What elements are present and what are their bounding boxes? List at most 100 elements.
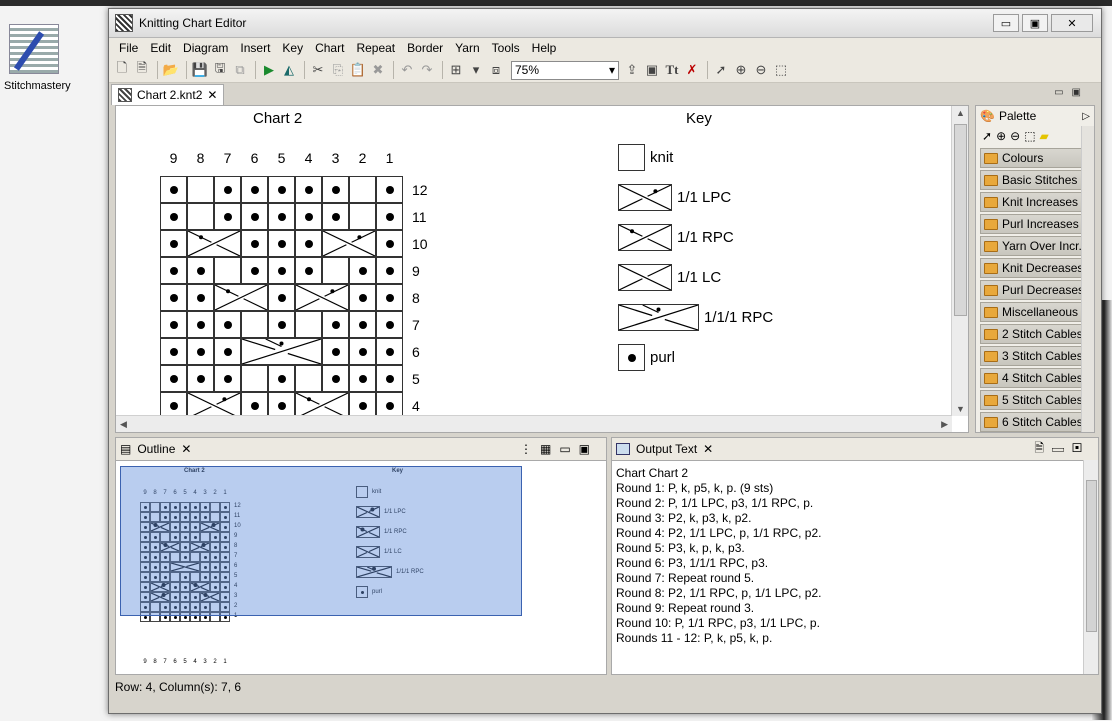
stitch-purl[interactable] (241, 176, 268, 203)
stitch-c3[interactable] (241, 338, 322, 365)
copy-icon[interactable]: ⎘ (329, 61, 347, 79)
menu-chart[interactable]: Chart (309, 41, 350, 55)
pointer-icon[interactable]: ➚ (712, 61, 730, 79)
stitch-purl[interactable] (187, 311, 214, 338)
stitch-purl[interactable] (187, 284, 214, 311)
stitch-purl[interactable] (376, 257, 403, 284)
stitch-purl[interactable] (187, 257, 214, 284)
editor-horizontal-scrollbar[interactable]: ◀ ▶ (116, 415, 952, 432)
zoom-in-tool-icon[interactable]: ⊕ (996, 129, 1006, 143)
stitch-purl[interactable] (214, 338, 241, 365)
stitch-knit[interactable] (187, 176, 214, 203)
stitch-purl[interactable] (160, 284, 187, 311)
stitch-purl[interactable] (268, 365, 295, 392)
scroll-right-icon[interactable]: ▶ (941, 419, 948, 430)
palette-drawer-yarn-over-incr-[interactable]: Yarn Over Incr... (980, 236, 1082, 256)
stitch-purl[interactable] (376, 230, 403, 257)
stitch-knit[interactable] (241, 311, 268, 338)
zoom-in-icon[interactable]: ⊕ (732, 61, 750, 79)
undo-icon[interactable]: ↶ (398, 61, 416, 79)
stitch-purl[interactable] (376, 176, 403, 203)
stitch-purl[interactable] (160, 176, 187, 203)
stitch-purl[interactable] (376, 311, 403, 338)
no-stitch-icon[interactable]: ✗ (683, 61, 701, 79)
zoom-select[interactable]: 75% ▾ (511, 60, 619, 80)
stitch-purl[interactable] (268, 230, 295, 257)
desktop-icon-stitchmastery[interactable]: Stitchmastery (4, 24, 71, 92)
palette-drawer-4-stitch-cables[interactable]: 4 Stitch Cables (980, 368, 1082, 388)
close-icon[interactable]: ✕ (703, 442, 713, 456)
stitch-rpc[interactable] (214, 284, 268, 311)
palette-drawer-knit-increases[interactable]: Knit Increases (980, 192, 1082, 212)
camera-icon[interactable]: ▣ (643, 61, 661, 79)
stitch-knit[interactable] (295, 311, 322, 338)
stitch-purl[interactable] (295, 230, 322, 257)
stitch-purl[interactable] (268, 203, 295, 230)
editor-minmax-icons[interactable]: ▭▣ (1054, 87, 1089, 98)
palette-drawer-6-stitch-cables[interactable]: 6 Stitch Cables (980, 412, 1082, 432)
stitch-purl[interactable] (214, 176, 241, 203)
menu-diagram[interactable]: Diagram (177, 41, 234, 55)
menu-repeat[interactable]: Repeat (350, 41, 401, 55)
marquee-tool-icon[interactable]: ⬚ (1024, 129, 1035, 143)
menu-edit[interactable]: Edit (144, 41, 177, 55)
stitch-purl[interactable] (160, 338, 187, 365)
scroll-up-icon[interactable]: ▲ (956, 108, 965, 118)
stitch-purl[interactable] (349, 257, 376, 284)
stitch-purl[interactable] (322, 203, 349, 230)
stitch-purl[interactable] (349, 365, 376, 392)
output-view-icons[interactable]: 🗎▭▣ (1034, 439, 1090, 460)
stitch-purl[interactable] (214, 203, 241, 230)
zoom-out-tool-icon[interactable]: ⊖ (1010, 129, 1020, 143)
stitch-purl[interactable] (349, 311, 376, 338)
maximize-button[interactable]: ▣ (1022, 14, 1048, 32)
layout-icon[interactable]: ⧈ (487, 61, 505, 79)
open-folder-icon[interactable]: 📂 (162, 61, 180, 79)
save-icon[interactable]: 💾 (191, 61, 209, 79)
key-item-c3[interactable]: 1/1/1 RPC (618, 304, 773, 331)
key-item-purl[interactable]: purl (618, 344, 675, 371)
key-item-lpc[interactable]: 1/1 LPC (618, 184, 731, 211)
close-icon[interactable]: ✕ (207, 88, 217, 102)
tab-outline[interactable]: Outline (137, 442, 175, 456)
stitch-knit[interactable] (295, 365, 322, 392)
title-bar[interactable]: Knitting Chart Editor ▭ ▣ ✕ (109, 9, 1101, 38)
tab-output-text[interactable]: Output Text (636, 442, 697, 456)
delete-icon[interactable]: ✖ (369, 61, 387, 79)
mirror-icon[interactable]: ◭ (280, 61, 298, 79)
menu-yarn[interactable]: Yarn (449, 41, 485, 55)
stitch-purl[interactable] (376, 365, 403, 392)
output-text-content[interactable]: Chart Chart 2 Round 1: P, k, p5, k, p. (9… (616, 466, 821, 646)
stitch-knit[interactable] (241, 365, 268, 392)
save-as-icon[interactable]: 🖫 (211, 60, 229, 79)
palette-drawer-purl-decreases[interactable]: Purl Decreases (980, 280, 1082, 300)
stitch-knit[interactable] (187, 203, 214, 230)
palette-drawer-colours[interactable]: Colours (980, 148, 1082, 168)
menu-tools[interactable]: Tools (486, 41, 526, 55)
palette-drawer-purl-increases[interactable]: Purl Increases (980, 214, 1082, 234)
palette-header[interactable]: 🎨 Palette ▷ (976, 106, 1094, 126)
stitch-purl[interactable] (349, 338, 376, 365)
text-icon[interactable]: Tt (663, 61, 681, 79)
select-tool-icon[interactable]: ➚ (982, 129, 992, 143)
stitch-purl[interactable] (187, 365, 214, 392)
stitch-purl[interactable] (160, 311, 187, 338)
scroll-thumb[interactable] (954, 124, 967, 316)
stitch-purl[interactable] (268, 284, 295, 311)
outline-view-icons[interactable]: ⋮▦▭▣ (520, 442, 598, 456)
stitch-lpc[interactable] (295, 284, 349, 311)
stitch-purl[interactable] (214, 365, 241, 392)
stitch-purl[interactable] (295, 176, 322, 203)
dropdown-arrow-icon[interactable]: ▾ (467, 61, 485, 79)
editor-vertical-scrollbar[interactable]: ▲ ▼ (951, 106, 968, 416)
stitch-rpc[interactable] (187, 230, 241, 257)
close-button[interactable]: ✕ (1051, 14, 1093, 32)
grid-select-icon[interactable]: ⊞ (447, 61, 465, 79)
stitch-knit[interactable] (322, 257, 349, 284)
outline-preview[interactable]: Chart 2 Key 998877665544332211 12 11 10 9 8 7… (120, 466, 522, 670)
stitch-purl[interactable] (241, 257, 268, 284)
stitch-purl[interactable] (349, 284, 376, 311)
zoom-out-icon[interactable]: ⊖ (752, 61, 770, 79)
stitch-purl[interactable] (187, 338, 214, 365)
stitch-purl[interactable] (322, 365, 349, 392)
